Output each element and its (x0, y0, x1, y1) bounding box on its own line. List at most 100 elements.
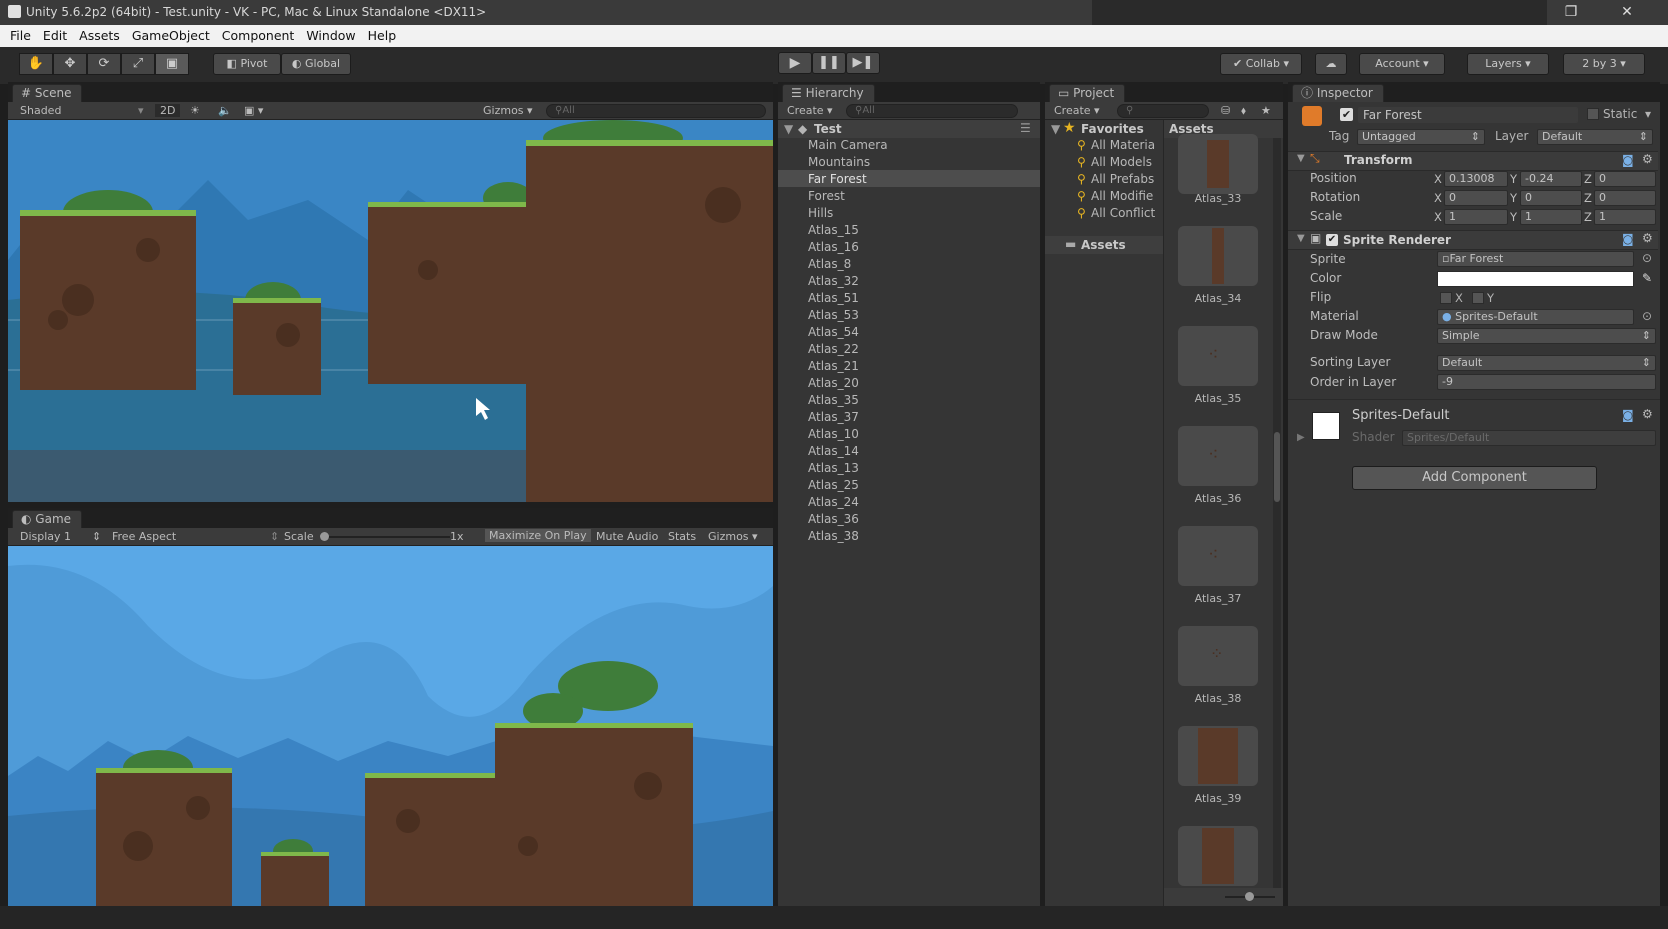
hierarchy-item[interactable]: Atlas_21 (808, 358, 859, 375)
rotation-y-field[interactable]: 0 (1520, 190, 1582, 206)
help-icon[interactable]: ◙ (1622, 153, 1634, 167)
asset-thumbnail[interactable]: ⁖ (1178, 426, 1258, 486)
favorite-item[interactable]: All Models (1091, 154, 1152, 171)
menu-gameobject[interactable]: GameObject (126, 25, 216, 47)
hierarchy-item[interactable]: Atlas_51 (808, 290, 859, 307)
favorite-item[interactable]: All Conflict (1091, 205, 1155, 222)
close-icon[interactable]: ✕ (1604, 2, 1650, 23)
sorting-layer-dropdown[interactable]: Default ⇕ (1437, 355, 1656, 371)
expand-arrow-icon[interactable]: ▼ (784, 122, 793, 136)
scale-tool-icon[interactable]: ⤢ (121, 53, 155, 75)
hierarchy-item-selected[interactable]: Far Forest (808, 171, 867, 188)
collab-button[interactable]: ✔ Collab ▾ (1220, 53, 1302, 75)
collapse-arrow-icon[interactable]: ▼ (1297, 233, 1305, 244)
hierarchy-item[interactable]: Atlas_22 (808, 341, 859, 358)
sprite-field[interactable]: ▫Far Forest (1437, 251, 1634, 267)
hierarchy-item[interactable]: Atlas_36 (808, 511, 859, 528)
move-tool-icon[interactable]: ✥ (53, 53, 87, 75)
assets-folder-row[interactable]: ▬ Assets (1045, 236, 1163, 254)
2d-toggle[interactable]: 2D (155, 104, 181, 117)
game-view[interactable] (8, 546, 773, 906)
menu-component[interactable]: Component (216, 25, 301, 47)
scale-y-field[interactable]: 1 (1520, 209, 1582, 225)
lighting-icon[interactable]: ☀ (190, 104, 200, 117)
layer-dropdown[interactable]: Default ⇕ (1537, 129, 1653, 145)
static-checkbox[interactable] (1587, 108, 1599, 120)
scale-slider-thumb[interactable] (320, 532, 329, 541)
hierarchy-item[interactable]: Atlas_54 (808, 324, 859, 341)
active-checkbox[interactable]: ✔ (1340, 108, 1353, 121)
hierarchy-item[interactable]: Atlas_25 (808, 477, 859, 494)
pivot-button[interactable]: ◧ Pivot (213, 53, 281, 75)
tab-game[interactable]: ◐ Game (12, 510, 83, 528)
hierarchy-create-dropdown[interactable]: Create ▾ (787, 104, 833, 117)
sprite-renderer-enabled-checkbox[interactable]: ✔ (1326, 234, 1338, 246)
position-x-field[interactable]: 0.13008 (1444, 171, 1508, 187)
tag-dropdown[interactable]: Untagged ⇕ (1357, 129, 1485, 145)
rotation-x-field[interactable]: 0 (1444, 190, 1508, 206)
hierarchy-item[interactable]: Atlas_8 (808, 256, 851, 273)
settings-gear-icon[interactable]: ⚙ (1642, 152, 1653, 166)
rotate-tool-icon[interactable]: ⟳ (87, 53, 121, 75)
audio-icon[interactable]: 🔈 (218, 104, 232, 117)
rotation-z-field[interactable]: 0 (1594, 190, 1656, 206)
menu-assets[interactable]: Assets (73, 25, 126, 47)
play-button[interactable]: ▶ (778, 52, 812, 74)
tab-scene[interactable]: # Scene (12, 84, 83, 102)
filter-type-icon[interactable]: ⛁ (1221, 104, 1230, 117)
effects-icon[interactable]: ▣ ▾ (244, 104, 263, 117)
layers-dropdown[interactable]: Layers ▾ (1467, 53, 1549, 75)
expand-arrow-icon[interactable]: ▼ (1051, 122, 1060, 136)
maximize-on-play-toggle[interactable]: Maximize On Play (485, 529, 591, 542)
help-icon[interactable]: ◙ (1622, 232, 1634, 246)
help-icon[interactable]: ◙ (1622, 408, 1634, 422)
hierarchy-scene-row[interactable]: ▼ ◆ Test ☰ (778, 120, 1040, 138)
scene-view[interactable] (8, 120, 773, 502)
object-picker-icon[interactable]: ⊙ (1642, 251, 1652, 265)
asset-thumbnail[interactable]: ⁖ (1178, 526, 1258, 586)
hand-tool-icon[interactable]: ✋ (19, 53, 53, 75)
scale-slider[interactable] (320, 536, 450, 538)
hierarchy-item[interactable]: Atlas_10 (808, 426, 859, 443)
project-scrollbar[interactable] (1273, 138, 1281, 888)
flip-x-checkbox[interactable] (1440, 292, 1452, 304)
filter-label-icon[interactable]: ⬧ (1241, 104, 1246, 118)
hierarchy-item[interactable]: Main Camera (808, 137, 888, 154)
hierarchy-item[interactable]: Atlas_15 (808, 222, 859, 239)
settings-gear-icon[interactable]: ⚙ (1642, 407, 1653, 421)
hierarchy-item[interactable]: Atlas_16 (808, 239, 859, 256)
hierarchy-item[interactable]: Mountains (808, 154, 870, 171)
menu-window[interactable]: Window (300, 25, 361, 47)
asset-thumbnail[interactable] (1178, 226, 1258, 286)
favorites-label[interactable]: Favorites (1081, 122, 1144, 136)
hierarchy-item[interactable]: Atlas_32 (808, 273, 859, 290)
stats-toggle[interactable]: Stats (668, 530, 696, 543)
project-create-dropdown[interactable]: Create ▾ (1054, 104, 1100, 117)
project-scrollbar-thumb[interactable] (1274, 432, 1280, 502)
asset-thumbnail[interactable] (1178, 134, 1258, 194)
tab-hierarchy[interactable]: ☰ Hierarchy (782, 84, 875, 102)
rect-tool-icon[interactable]: ▣ (155, 53, 189, 75)
layout-dropdown[interactable]: 2 by 3 ▾ (1563, 53, 1645, 75)
flip-y-checkbox[interactable] (1472, 292, 1484, 304)
material-field[interactable]: ● Sprites-Default (1437, 309, 1634, 325)
hierarchy-item[interactable]: Atlas_13 (808, 460, 859, 477)
mute-audio-toggle[interactable]: Mute Audio (596, 530, 658, 543)
favorite-star-icon[interactable]: ★ (1261, 104, 1271, 117)
scale-x-field[interactable]: 1 (1444, 209, 1508, 225)
favorite-item[interactable]: All Materia (1091, 137, 1155, 154)
hierarchy-item[interactable]: Atlas_24 (808, 494, 859, 511)
color-swatch[interactable] (1437, 271, 1634, 287)
display-dropdown[interactable]: Display 1 ⇕ (20, 530, 101, 543)
account-dropdown[interactable]: Account ▾ (1359, 53, 1445, 75)
tab-inspector[interactable]: ⓘ Inspector (1292, 84, 1384, 102)
eyedropper-icon[interactable]: ✎ (1642, 271, 1652, 285)
expand-arrow-icon[interactable]: ▶ (1297, 432, 1305, 443)
collapse-arrow-icon[interactable]: ▼ (1297, 153, 1305, 164)
restore-icon[interactable]: ❐ (1548, 2, 1594, 23)
scene-menu-icon[interactable]: ☰ (1020, 121, 1031, 135)
game-gizmos-dropdown[interactable]: Gizmos ▾ (708, 530, 758, 543)
asset-thumbnail[interactable] (1178, 726, 1258, 786)
shader-dropdown[interactable]: Sprites/Default (1402, 430, 1656, 446)
draw-mode-dropdown[interactable]: Simple ⇕ (1437, 328, 1656, 344)
